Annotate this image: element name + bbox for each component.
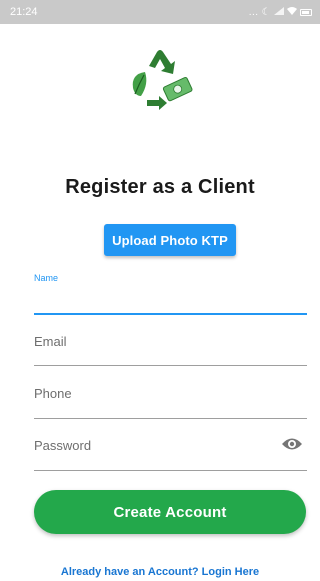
password-field[interactable]: Password: [34, 436, 307, 474]
moon-icon: ☾: [261, 6, 271, 18]
status-bar: 21:24 ... ☾: [0, 0, 320, 24]
name-underline: [34, 313, 307, 315]
email-placeholder: Email: [34, 334, 67, 349]
status-icons: ... ☾: [248, 6, 312, 18]
eye-icon[interactable]: [281, 436, 303, 452]
login-link[interactable]: Already have an Account? Login Here: [0, 566, 320, 578]
signal-icon: [274, 6, 284, 18]
recycle-money-logo: [127, 44, 193, 110]
create-account-button[interactable]: Create Account: [34, 490, 306, 534]
upload-photo-ktp-button[interactable]: Upload Photo KTP: [104, 224, 236, 256]
phone-placeholder: Phone: [34, 386, 72, 401]
password-underline: [34, 470, 307, 471]
password-placeholder: Password: [34, 438, 92, 453]
email-underline: [34, 365, 307, 366]
phone-field[interactable]: Phone: [34, 383, 307, 421]
wifi-icon: [287, 6, 297, 18]
battery-icon: [300, 8, 312, 16]
email-field[interactable]: Email: [34, 330, 307, 368]
status-indicators: ...: [248, 6, 259, 18]
phone-underline: [34, 418, 307, 419]
name-field[interactable]: Name: [34, 273, 307, 315]
register-screen: 21:24 ... ☾ Register as a Client Upload …: [0, 0, 320, 581]
name-label: Name: [34, 273, 59, 283]
status-time: 21:24: [10, 6, 38, 18]
page-title: Register as a Client: [65, 176, 255, 198]
